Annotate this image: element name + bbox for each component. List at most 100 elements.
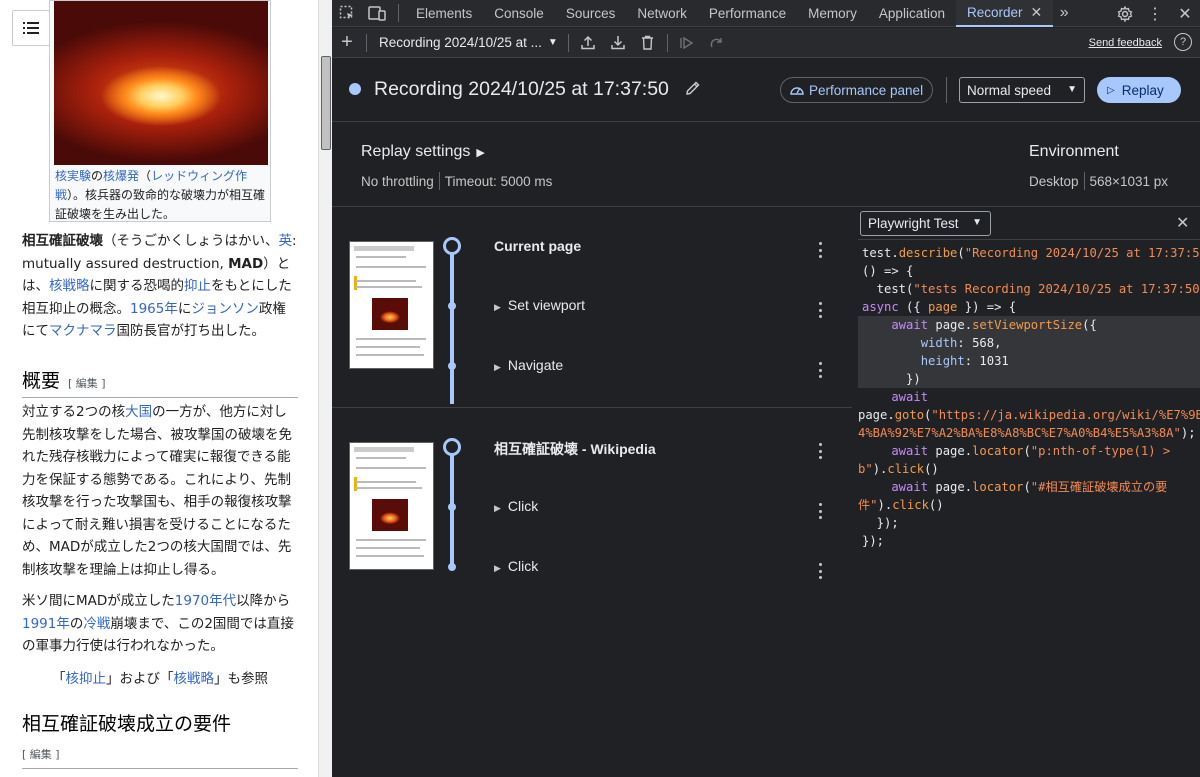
nuclear-explosion-image[interactable]	[54, 1, 268, 165]
link-johnson[interactable]: ジョンソン	[191, 301, 259, 317]
caption-link-explosion[interactable]: 核爆発	[103, 169, 139, 183]
link-1965[interactable]: 1965年	[130, 301, 178, 317]
redo-icon[interactable]	[702, 28, 732, 58]
intro-paragraph: 相互確証破壊（そうごかくしょうはかい、英: mutually assured d…	[22, 230, 298, 343]
performance-panel-button[interactable]: Performance panel	[780, 77, 933, 103]
add-recording-icon[interactable]: +	[332, 28, 362, 58]
code-line: });	[862, 516, 899, 530]
link-deterrence[interactable]: 抑止	[184, 278, 211, 294]
caption-link-nuclear-test[interactable]: 核実験	[55, 169, 91, 183]
import-icon[interactable]	[603, 28, 633, 58]
devtools-tabbar: Elements Console Sources Network Perform…	[332, 0, 1200, 27]
speed-label: Normal speed	[967, 82, 1052, 98]
link-1970s[interactable]: 1970年代	[175, 593, 236, 609]
device-value: Desktop	[1029, 173, 1079, 189]
link-great-power[interactable]: 大国	[125, 404, 152, 420]
intro-text: に関する恐喝的	[89, 278, 185, 294]
step-menu-icon[interactable]	[815, 302, 825, 318]
table-of-contents-button[interactable]	[12, 10, 50, 46]
replay-speed-select[interactable]: Normal speed ▼	[959, 77, 1085, 103]
tab-recorder[interactable]: Recorder ✕	[955, 0, 1054, 27]
more-tabs-icon[interactable]: »	[1053, 0, 1075, 27]
more-options-icon[interactable]: ⋮	[1140, 0, 1170, 27]
tab-label: Recorder	[966, 4, 1023, 20]
environment-title: Environment	[1029, 143, 1119, 160]
step-node	[448, 302, 456, 310]
code-line: test.describe("Recording 2024/10/25 at 1…	[862, 246, 1200, 260]
step-menu-icon[interactable]	[815, 362, 825, 378]
link-nuclear-strategy-2[interactable]: 核戦略	[174, 671, 215, 687]
section-menu-icon[interactable]	[815, 242, 825, 258]
thumb-line	[356, 539, 426, 541]
link-cold-war[interactable]: 冷戦	[83, 616, 110, 632]
code-format-select[interactable]: Playwright Test ▼	[860, 211, 991, 236]
abbr-text: MAD	[228, 255, 264, 272]
code-line: })	[858, 370, 1200, 388]
edit-link[interactable]: [ 編集 ]	[68, 377, 106, 390]
heading-requirements: 相互確証破壊成立の要件	[22, 709, 298, 740]
help-icon[interactable]: ?	[1174, 33, 1192, 51]
see-also-text: 」も参照	[214, 671, 268, 687]
edit-title-icon[interactable]	[684, 79, 704, 99]
scrollbar-thumb[interactable]	[321, 56, 331, 150]
page-scrollbar[interactable]	[318, 0, 332, 777]
thumb-line	[356, 457, 406, 459]
step-label: Click	[507, 558, 539, 574]
delete-icon[interactable]	[633, 28, 663, 58]
reading-text: （そうごかくしょうはかい、	[103, 233, 279, 249]
divider	[567, 33, 569, 52]
inspect-element-icon[interactable]	[332, 0, 362, 27]
thumb-header	[354, 246, 414, 251]
performance-panel-label: Performance panel	[809, 82, 924, 98]
link-1991[interactable]: 1991年	[22, 616, 70, 632]
step-click-1[interactable]: ▶ Click	[494, 498, 538, 514]
settings-gear-icon[interactable]	[1110, 0, 1140, 27]
replay-settings-values: No throttling Timeout: 5000 ms	[361, 172, 552, 190]
step-navigate[interactable]: ▶ Navigate	[494, 357, 563, 373]
step-node	[448, 563, 456, 571]
section-title-wikipedia[interactable]: 相互確証破壊 - Wikipedia	[494, 439, 656, 459]
recording-select[interactable]: Recording 2024/10/25 at ... ▼	[371, 35, 564, 50]
close-code-icon[interactable]: ✕	[1176, 213, 1189, 233]
code-block[interactable]: test.describe("Recording 2024/10/25 at 1…	[858, 239, 1200, 550]
link-mcnamara[interactable]: マクナマラ	[49, 323, 117, 339]
tab-performance[interactable]: Performance	[698, 0, 797, 27]
tab-application[interactable]: Application	[868, 0, 956, 27]
divider	[22, 768, 298, 769]
page-screenshot-thumbnail	[349, 241, 434, 369]
devtools-panel: Elements Console Sources Network Perform…	[332, 0, 1200, 777]
link-nuclear-deterrence[interactable]: 核抑止	[66, 671, 107, 687]
replay-button[interactable]: ▷ Replay	[1097, 77, 1181, 103]
steps-list: Current page ▶ Set viewport ▶ Navigate 相互確…	[332, 208, 852, 777]
link-nuclear-strategy[interactable]: 核戦略	[49, 278, 90, 294]
thumb-line	[356, 481, 416, 483]
step-menu-icon[interactable]	[815, 503, 825, 519]
edit-link[interactable]: [ 編集 ]	[22, 746, 60, 762]
close-devtools-icon[interactable]: ✕	[1170, 0, 1200, 27]
step-play-icon[interactable]	[672, 28, 702, 58]
replay-settings-title: Replay settings	[361, 143, 471, 160]
replay-settings-toggle[interactable]: Replay settings ▶	[361, 143, 485, 161]
close-tab-icon[interactable]: ✕	[1031, 4, 1043, 21]
step-menu-icon[interactable]	[815, 563, 825, 579]
link-english[interactable]: 英	[279, 233, 293, 249]
tab-sources[interactable]: Sources	[555, 0, 627, 27]
tab-console[interactable]: Console	[483, 0, 555, 27]
export-icon[interactable]	[573, 28, 603, 58]
tab-elements[interactable]: Elements	[405, 0, 483, 27]
overview-paragraph: 対立する2つの核大国の一方が、他方に対し先制核攻撃をした場合、被攻撃国の破壊を免…	[22, 401, 298, 581]
section-title-current-page[interactable]: Current page	[494, 238, 581, 254]
tab-memory[interactable]: Memory	[797, 0, 868, 27]
step-click-2[interactable]: ▶ Click	[494, 558, 538, 574]
device-toolbar-icon[interactable]	[362, 0, 392, 27]
send-feedback-link[interactable]: Send feedback	[1089, 37, 1162, 49]
timeline-line	[450, 254, 454, 404]
throttling-value: No throttling	[361, 173, 434, 189]
section-menu-icon[interactable]	[815, 443, 825, 459]
step-set-viewport[interactable]: ▶ Set viewport	[494, 297, 585, 313]
see-also-text: 「	[52, 671, 66, 687]
tab-network[interactable]: Network	[626, 0, 698, 27]
thumb-line	[356, 487, 422, 489]
code-format-label: Playwright Test	[868, 216, 959, 231]
page-screenshot-thumbnail	[349, 442, 434, 570]
